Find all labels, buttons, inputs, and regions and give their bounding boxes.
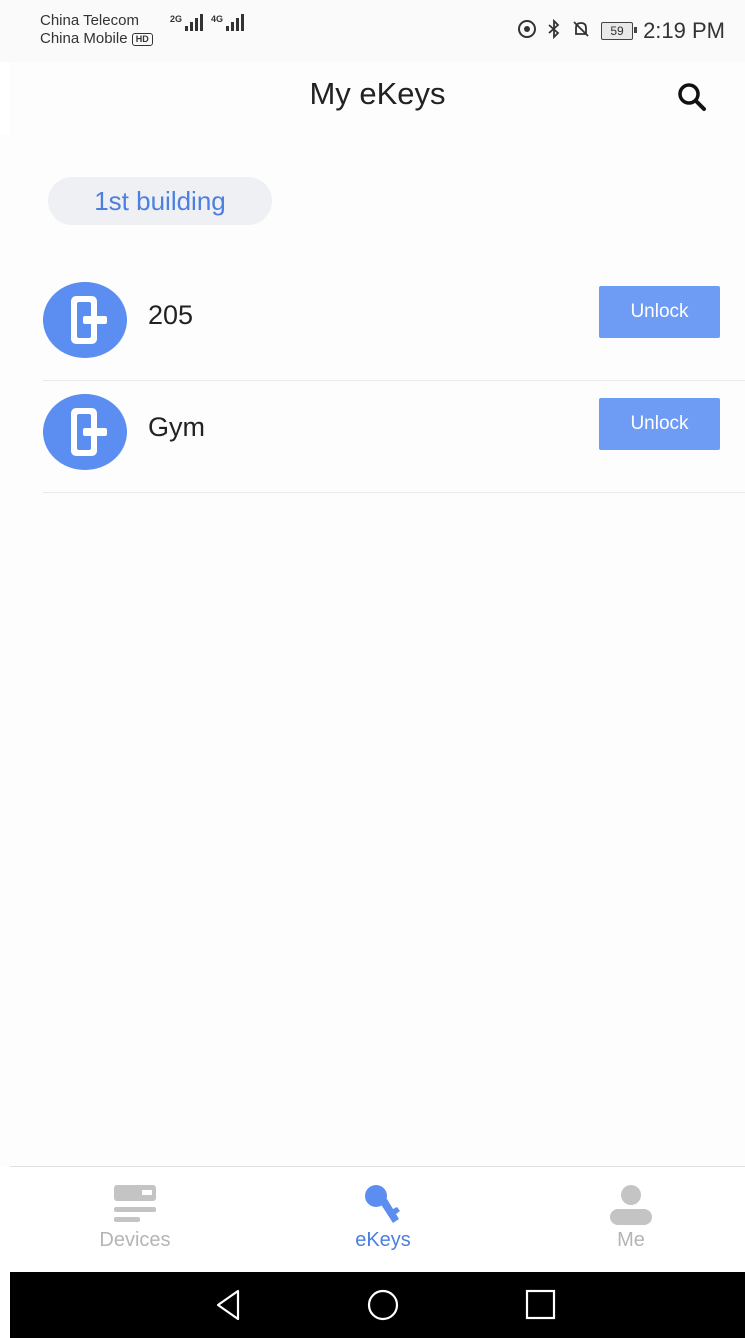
status-bar: China Telecom China Mobile HD 2G 4G 59 2… [0, 0, 745, 62]
door-lock-icon [43, 282, 127, 358]
ekey-row[interactable]: Gym Unlock [43, 380, 745, 493]
recents-button[interactable] [520, 1288, 560, 1322]
tab-ekeys[interactable]: eKeys [308, 1167, 458, 1273]
group-chip[interactable]: 1st building [48, 177, 272, 225]
signal-2g-tag: 2G [170, 14, 183, 24]
key-icon [363, 1183, 403, 1232]
clock: 2:19 PM [643, 18, 725, 43]
app-header: My eKeys [10, 62, 745, 135]
signal-2g-icon: 2G [170, 14, 204, 31]
search-icon [678, 83, 706, 111]
mute-icon [571, 19, 591, 44]
signal-4g-icon: 4G [211, 14, 245, 31]
ekey-list-area: 1st building 205 Unlock Gym Unlock [0, 134, 745, 1166]
door-lock-icon [43, 394, 127, 470]
bottom-tab-bar: Devices eKeys Me [10, 1166, 745, 1273]
hd-badge: HD [131, 32, 153, 46]
home-icon [367, 1289, 399, 1321]
devices-icon [112, 1183, 158, 1230]
back-button[interactable] [208, 1288, 248, 1322]
carrier-telecom: China Telecom [40, 12, 139, 29]
person-icon [608, 1183, 654, 1232]
tab-me[interactable]: Me [556, 1167, 706, 1273]
page-title: My eKeys [309, 76, 446, 111]
tab-me-label: Me [617, 1229, 645, 1251]
search-button[interactable] [675, 80, 709, 114]
status-icons: 59 2:19 PM [517, 18, 725, 44]
unlock-button[interactable]: Unlock [599, 398, 720, 450]
back-icon [216, 1289, 240, 1321]
battery-icon: 59 [601, 22, 638, 40]
signal-indicators: 2G 4G [170, 14, 245, 31]
carrier-mobile: China Mobile HD [40, 30, 153, 48]
bluetooth-icon [547, 18, 561, 44]
recents-icon [525, 1289, 556, 1320]
ekey-name: Gym [148, 412, 205, 442]
unlock-button[interactable]: Unlock [599, 286, 720, 338]
home-button[interactable] [363, 1288, 403, 1322]
tab-devices-label: Devices [99, 1229, 171, 1251]
signal-4g-tag: 4G [211, 14, 224, 24]
tab-ekeys-label: eKeys [355, 1229, 411, 1251]
carrier-info: China Telecom China Mobile HD [40, 12, 153, 48]
data-saver-icon [517, 19, 537, 44]
ekey-row[interactable]: 205 Unlock [43, 268, 745, 381]
ekey-name: 205 [148, 300, 194, 330]
carrier-mobile-name: China Mobile [40, 30, 128, 47]
tab-devices[interactable]: Devices [60, 1167, 210, 1273]
system-nav-bar [10, 1272, 745, 1338]
